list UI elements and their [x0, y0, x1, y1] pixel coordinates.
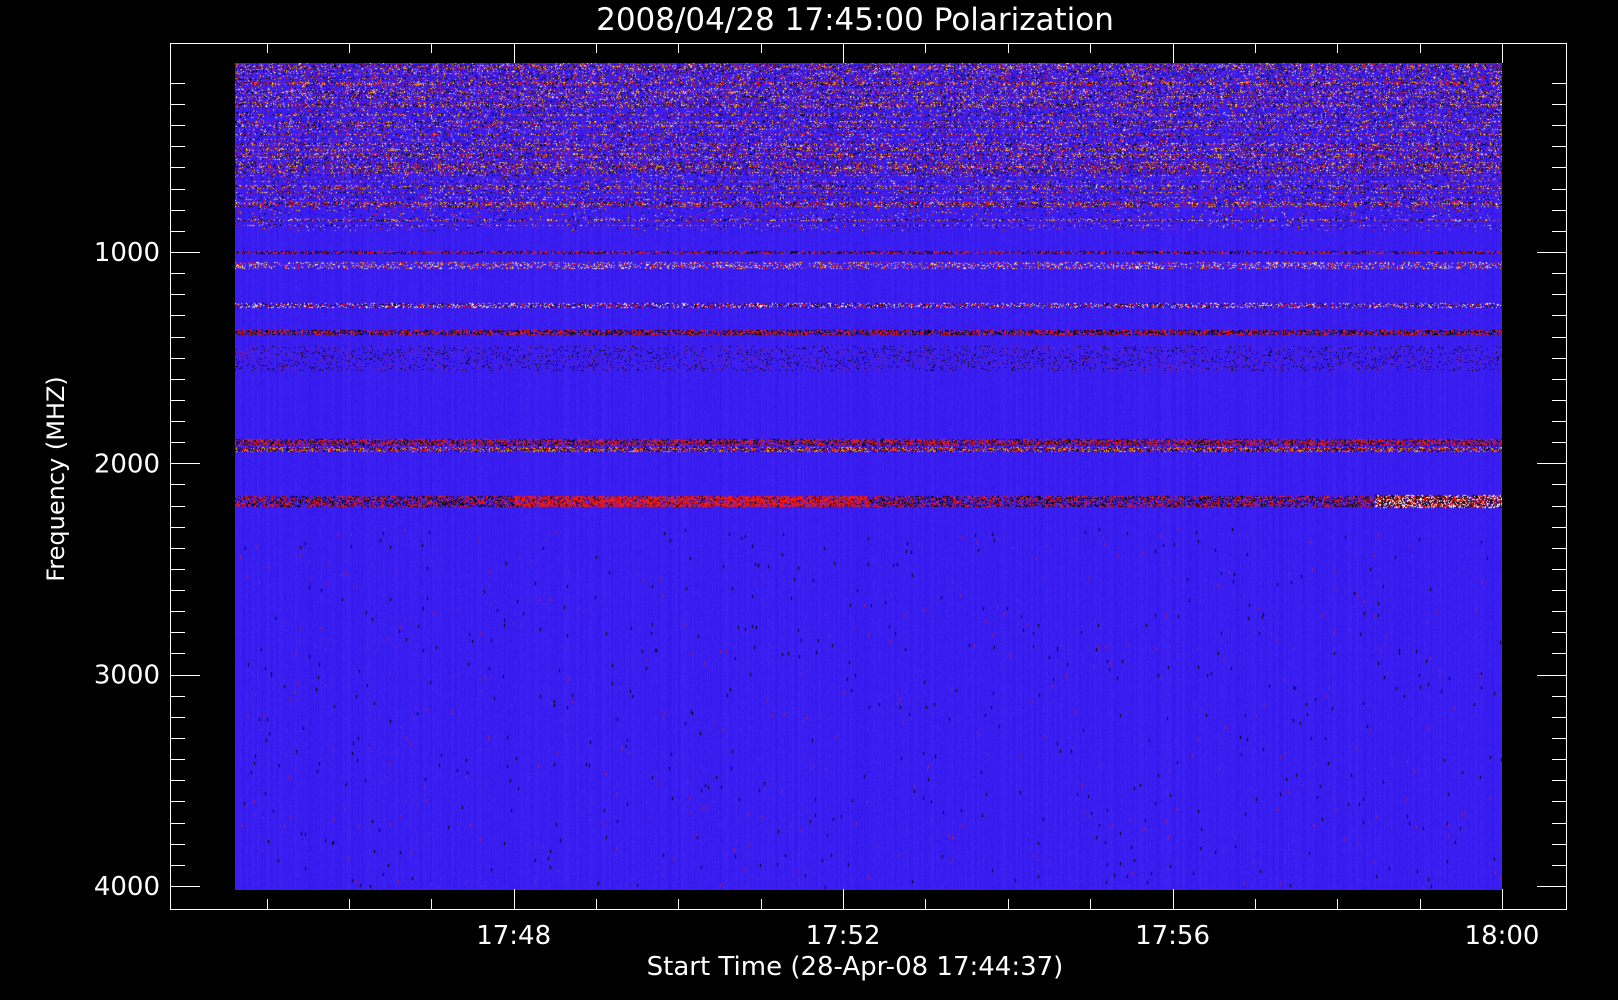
polarization-spectrogram: 2008/04/28 17:45:00 Polarization 1000 200… [0, 0, 1618, 1000]
chart-title: 2008/04/28 17:45:00 Polarization [596, 2, 1114, 38]
y-axis-label: Frequency (MHZ) [42, 376, 70, 582]
spectrogram-image [235, 63, 1502, 890]
y-tick-label: 1000 [94, 238, 160, 268]
y-tick-label: 4000 [94, 872, 160, 902]
x-tick-label: 18:00 [1465, 921, 1540, 951]
spectrogram-raster [235, 63, 1502, 890]
x-axis-label: Start Time (28-Apr-08 17:44:37) [647, 952, 1064, 982]
x-tick-label: 17:48 [476, 921, 551, 951]
y-tick-label: 3000 [94, 661, 160, 691]
x-tick-label: 17:52 [806, 921, 881, 951]
x-tick-label: 17:56 [1135, 921, 1210, 951]
y-tick-label: 2000 [94, 449, 160, 479]
